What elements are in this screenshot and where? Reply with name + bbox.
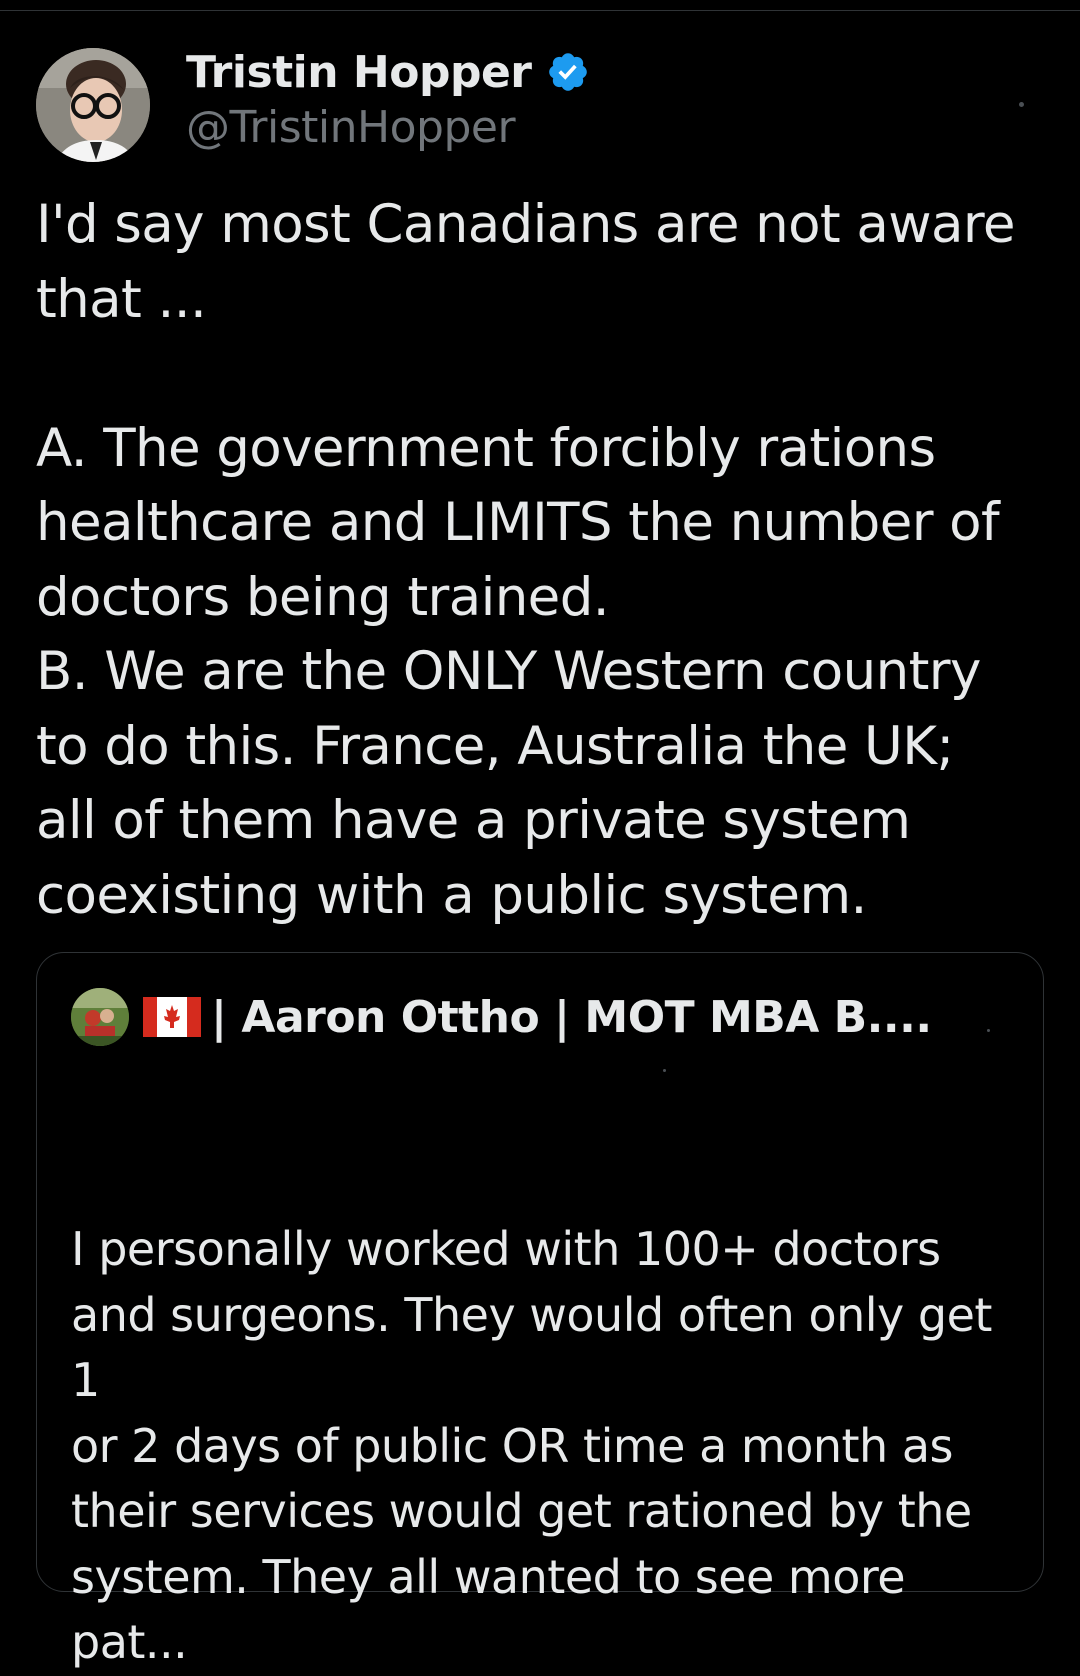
tweet-line: doctors being trained. <box>36 566 610 628</box>
avatar-image <box>36 48 150 162</box>
tweet-line: healthcare and LIMITS the number of <box>36 492 1000 553</box>
quoted-author-name[interactable]: | Aaron Ottho | MOT MBA B.... <box>211 992 932 1043</box>
quoted-tweet-text: I personally worked with 100+ doctors an… <box>71 1217 1021 1676</box>
separator-dot <box>987 1029 990 1032</box>
quoted-tweet-card[interactable]: | Aaron Ottho | MOT MBA B.... I personal… <box>36 952 1044 1669</box>
more-options-icon[interactable] <box>1019 102 1024 107</box>
tweet-line: to do this. France, Australia the UK; <box>36 715 954 777</box>
tweet-line: B. We are the ONLY Western country <box>36 641 981 702</box>
quoted-line: or 2 days of public OR time a month as <box>71 1418 953 1473</box>
author-name-row: Tristin Hopper <box>186 44 590 100</box>
quoted-author-avatar[interactable] <box>71 988 129 1046</box>
tweet-line: coexisting with a public system. <box>36 864 867 926</box>
tweet-line: A. The government forcibly rations <box>36 417 936 479</box>
verified-badge-icon <box>548 53 587 91</box>
separator-dot <box>663 1069 666 1072</box>
top-divider <box>0 10 1080 11</box>
quoted-tweet-header: | Aaron Ottho | MOT MBA B.... <box>71 987 932 1047</box>
quoted-line: their services would get rationed by the <box>71 1484 972 1538</box>
author-avatar[interactable] <box>36 48 150 162</box>
quoted-line: I personally worked with 100+ doctors <box>71 1222 941 1276</box>
author-display-name[interactable]: Tristin Hopper <box>186 47 532 98</box>
canada-flag-icon <box>143 997 201 1037</box>
tweet-line: all of them have a private system <box>36 790 911 851</box>
quoted-avatar-image <box>71 988 129 1046</box>
tweet-text: I'd say most Canadians are not aware tha… <box>36 188 1046 933</box>
tweet-line: that ... <box>36 268 207 330</box>
tweet-blank-line <box>36 337 1046 412</box>
tweet-header: Tristin Hopper @TristinHopper <box>36 44 1046 164</box>
author-handle[interactable]: @TristinHopper <box>186 102 516 153</box>
tweet-line: I'd say most Canadians are not aware <box>36 194 1015 255</box>
quoted-line: and surgeons. They would often only get … <box>71 1287 992 1408</box>
quoted-line: system. They all wanted to see more pat.… <box>71 1549 906 1670</box>
